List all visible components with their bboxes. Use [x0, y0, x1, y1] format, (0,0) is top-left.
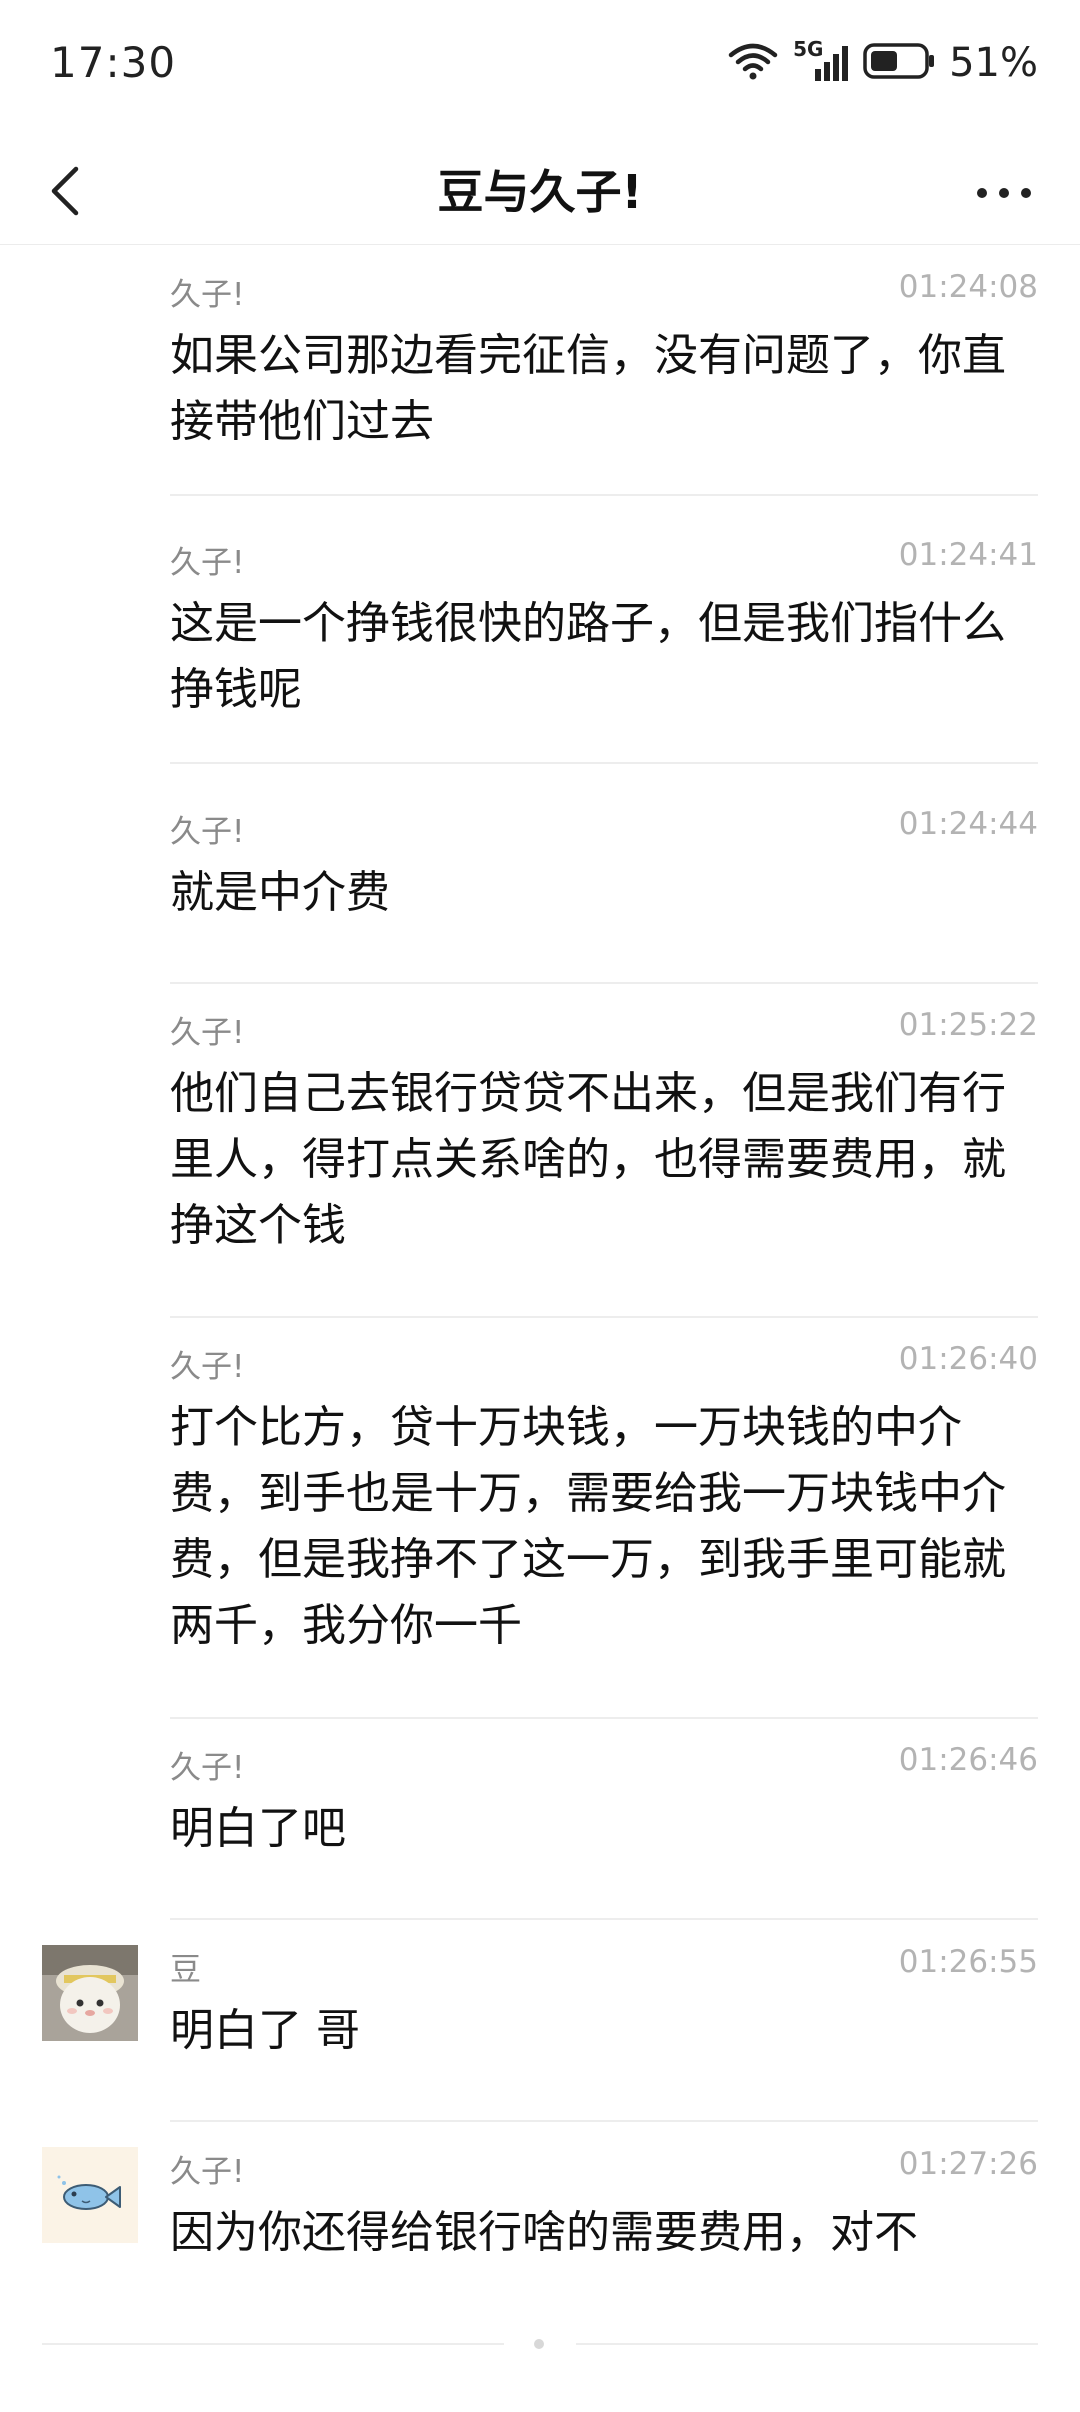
- message-item[interactable]: 久子! 01:25:22 他们自己去银行贷贷不出来，但是我们有行里人，得打点关系…: [0, 983, 1080, 1318]
- message-text: 他们自己去银行贷贷不出来，但是我们有行里人，得打点关系啥的，也得需要费用，就挣这…: [170, 1068, 1006, 1251]
- status-time: 17:30: [50, 38, 177, 87]
- message-time: 01:24:41: [898, 537, 1038, 573]
- battery-percent: 51%: [949, 40, 1038, 86]
- status-icons: 5G 51%: [727, 37, 1038, 86]
- chat-title: 豆与久子!: [437, 165, 643, 219]
- cellular-signal-icon: 5G: [793, 37, 849, 85]
- wifi-icon: [727, 41, 779, 85]
- avatar-dou[interactable]: [42, 1945, 138, 2041]
- message-sender: 豆: [170, 1952, 201, 1988]
- bottom-divider-right: [576, 2343, 1038, 2345]
- message-divider: [170, 762, 1038, 764]
- message-sender: 久子!: [170, 1750, 245, 1786]
- message-item[interactable]: 久子! 01:24:44 就是中介费: [0, 782, 1080, 984]
- message-text: 这是一个挣钱很快的路子，但是我们指什么挣钱呢: [170, 598, 1006, 715]
- message-time: 01:26:55: [898, 1944, 1038, 1980]
- message-time: 01:24:08: [898, 269, 1038, 305]
- message-time: 01:25:22: [898, 1007, 1038, 1043]
- message-text: 因为你还得给银行啥的需要费用，对不: [170, 2207, 918, 2258]
- message-time: 01:26:46: [898, 1742, 1038, 1778]
- bottom-divider-left: [42, 2343, 504, 2345]
- more-dots-icon: [976, 184, 1032, 203]
- message-divider: [170, 494, 1038, 496]
- message-text: 如果公司那边看完征信，没有问题了，你直接带他们过去: [170, 330, 1006, 447]
- battery-icon: [863, 42, 935, 84]
- message-text: 就是中介费: [170, 867, 390, 918]
- message-sender: 久子!: [170, 1349, 245, 1385]
- message-time: 01:24:44: [898, 806, 1038, 842]
- message-sender: 久子!: [170, 1015, 245, 1051]
- message-item[interactable]: 久子! 01:24:41 这是一个挣钱很快的路子，但是我们指什么挣钱呢: [0, 513, 1080, 764]
- message-item[interactable]: 久子! 01:27:26 因为你还得给银行啥的需要费用，对不: [0, 2122, 1080, 2322]
- message-sender: 久子!: [170, 545, 245, 581]
- message-item[interactable]: 久子! 01:26:40 打个比方，贷十万块钱，一万块钱的中介费，到手也是十万，…: [0, 1317, 1080, 1719]
- message-text: 打个比方，贷十万块钱，一万块钱的中介费，到手也是十万，需要给我一万块钱中介费，但…: [170, 1402, 1006, 1651]
- message-sender: 久子!: [170, 814, 245, 850]
- message-time: 01:27:26: [898, 2146, 1038, 2182]
- message-time: 01:26:40: [898, 1341, 1038, 1377]
- message-text: 明白了吧: [170, 1803, 346, 1854]
- message-text: 明白了 哥: [170, 2005, 360, 2056]
- avatar-jiuzi[interactable]: [42, 2147, 138, 2243]
- more-options-button[interactable]: [964, 158, 1044, 228]
- message-item[interactable]: 豆 01:26:55 明白了 哥: [0, 1920, 1080, 2122]
- message-sender: 久子!: [170, 2154, 245, 2190]
- message-sender: 久子!: [170, 277, 245, 313]
- status-bar: 17:30 5G 51%: [0, 0, 1080, 140]
- scroll-indicator-dot: [534, 2339, 544, 2349]
- chat-header: 豆与久子!: [0, 140, 1080, 244]
- message-item[interactable]: 久子! 01:24:08 如果公司那边看完征信，没有问题了，你直接带他们过去: [0, 245, 1080, 496]
- message-item[interactable]: 久子! 01:26:46 明白了吧: [0, 1718, 1080, 1920]
